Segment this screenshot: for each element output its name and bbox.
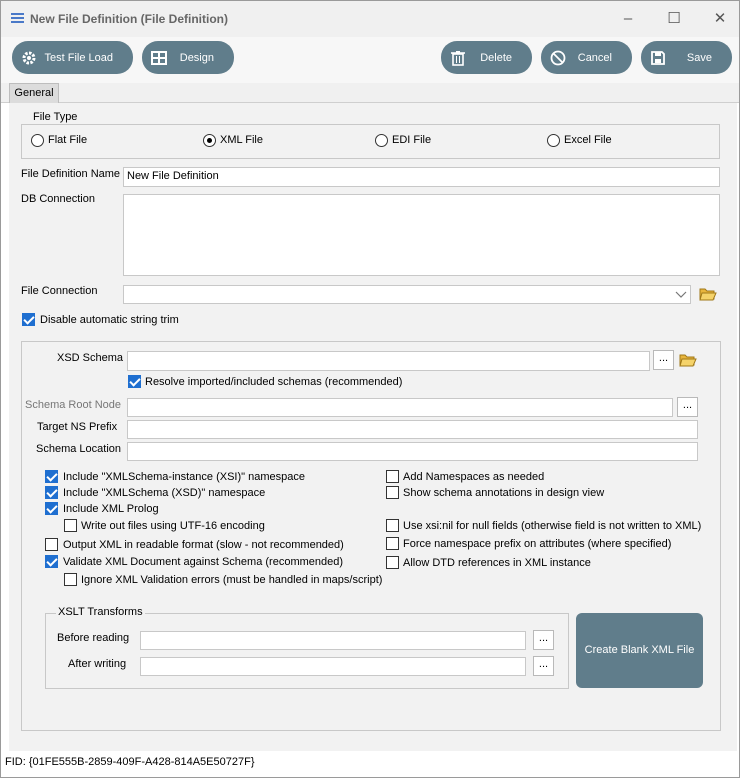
- target-ns-prefix-label: Target NS Prefix: [37, 421, 118, 433]
- tab-general[interactable]: General: [9, 83, 59, 103]
- delete-button[interactable]: Delete: [441, 41, 532, 74]
- schema-location-input[interactable]: [127, 442, 698, 461]
- schema-root-node-browse-button[interactable]: ...: [677, 397, 698, 417]
- window: New File Definition (File Definition) – …: [0, 0, 740, 778]
- before-reading-input[interactable]: [140, 631, 526, 650]
- table-icon: [151, 51, 167, 65]
- disable-trim-checkbox[interactable]: [22, 313, 35, 326]
- save-button[interactable]: Save: [641, 41, 732, 74]
- edi-file-radio[interactable]: [375, 134, 388, 147]
- include-xsd-label: Include "XMLSchema (XSD)" namespace: [63, 487, 266, 499]
- use-xsi-nil-label: Use xsi:nil for null fields (otherwise f…: [403, 520, 702, 532]
- design-button[interactable]: Design: [142, 41, 234, 74]
- flat-file-label: Flat File: [48, 134, 88, 146]
- after-writing-browse-button[interactable]: ...: [533, 656, 554, 676]
- maximize-icon[interactable]: ☐: [651, 1, 697, 37]
- xsd-schema-browse-button[interactable]: ...: [653, 350, 674, 370]
- include-prolog-checkbox[interactable]: [45, 502, 58, 515]
- disable-trim-label: Disable automatic string trim: [40, 314, 179, 326]
- allow-dtd-label: Allow DTD references in XML instance: [403, 557, 591, 569]
- general-panel: File Type Flat File XML File EDI File Ex…: [9, 103, 737, 751]
- use-xsi-nil-checkbox[interactable]: [386, 519, 399, 532]
- validate-label: Validate XML Document against Schema (re…: [63, 556, 344, 568]
- file-type-legend: File Type: [31, 111, 80, 123]
- title-bar: New File Definition (File Definition) – …: [1, 1, 739, 37]
- validate-checkbox[interactable]: [45, 555, 58, 568]
- db-connection-input[interactable]: [123, 194, 720, 276]
- toolbar: Test File Load Design Delete Cancel Save: [1, 37, 739, 83]
- readable-checkbox[interactable]: [45, 538, 58, 551]
- include-prolog-label: Include XML Prolog: [63, 503, 159, 515]
- file-connection-select[interactable]: [123, 285, 691, 304]
- after-writing-input[interactable]: [140, 657, 526, 676]
- gear-icon: [22, 51, 36, 65]
- readable-label: Output XML in readable format (slow - no…: [63, 539, 344, 551]
- target-ns-prefix-input[interactable]: [127, 420, 698, 439]
- tab-bar: General: [1, 83, 739, 103]
- excel-file-radio[interactable]: [547, 134, 560, 147]
- add-namespaces-label: Add Namespaces as needed: [403, 471, 545, 483]
- cancel-icon: [550, 50, 566, 66]
- app-menu-icon: [11, 13, 24, 24]
- flat-file-radio[interactable]: [31, 134, 44, 147]
- show-annotations-checkbox[interactable]: [386, 486, 399, 499]
- ignore-validation-checkbox[interactable]: [64, 573, 77, 586]
- after-writing-label: After writing: [68, 658, 127, 670]
- test-file-load-button[interactable]: Test File Load: [12, 41, 133, 74]
- fid-status: FID: {01FE555B-2859-409F-A428-814A5E5072…: [5, 756, 255, 768]
- xsd-schema-label: XSD Schema: [57, 352, 124, 364]
- file-type-group: [21, 124, 720, 159]
- ignore-validation-label: Ignore XML Validation errors (must be ha…: [81, 574, 383, 586]
- minimize-icon[interactable]: –: [605, 1, 651, 37]
- include-xsi-checkbox[interactable]: [45, 470, 58, 483]
- trash-icon: [451, 51, 465, 66]
- window-title: New File Definition (File Definition): [30, 12, 228, 26]
- utf16-label: Write out files using UTF-16 encoding: [81, 520, 265, 532]
- floppy-icon: [651, 51, 665, 65]
- show-annotations-label: Show schema annotations in design view: [403, 487, 605, 499]
- include-xsd-checkbox[interactable]: [45, 486, 58, 499]
- schema-location-label: Schema Location: [36, 443, 121, 455]
- folder-open-icon[interactable]: [699, 287, 717, 301]
- excel-file-label: Excel File: [564, 134, 612, 146]
- force-ns-prefix-checkbox[interactable]: [386, 537, 399, 550]
- file-definition-name-input[interactable]: New File Definition: [123, 167, 720, 187]
- resolve-imported-checkbox[interactable]: [128, 375, 141, 388]
- xml-file-radio[interactable]: [203, 134, 216, 147]
- edi-file-label: EDI File: [392, 134, 432, 146]
- schema-root-node-input[interactable]: [127, 398, 673, 417]
- db-connection-label: DB Connection: [21, 193, 95, 205]
- utf16-checkbox[interactable]: [64, 519, 77, 532]
- schema-root-node-label: Schema Root Node: [25, 399, 121, 411]
- chevron-down-icon[interactable]: [675, 289, 687, 299]
- xml-file-label: XML File: [220, 134, 263, 146]
- before-reading-label: Before reading: [57, 632, 130, 644]
- cancel-button[interactable]: Cancel: [541, 41, 632, 74]
- allow-dtd-checkbox[interactable]: [386, 556, 399, 569]
- file-definition-name-label: File Definition Name: [21, 168, 121, 180]
- xsd-schema-input[interactable]: [127, 351, 650, 371]
- xslt-transforms-legend: XSLT Transforms: [56, 606, 145, 618]
- include-xsi-label: Include "XMLSchema-instance (XSI)" names…: [63, 471, 305, 483]
- xslt-transforms-group: [45, 613, 569, 689]
- folder-open-icon[interactable]: [679, 353, 697, 367]
- create-blank-xml-button[interactable]: Create Blank XML File: [576, 613, 703, 688]
- file-connection-label: File Connection: [21, 285, 98, 297]
- force-ns-prefix-label: Force namespace prefix on attributes (wh…: [403, 538, 672, 550]
- resolve-imported-label: Resolve imported/included schemas (recom…: [145, 376, 403, 388]
- add-namespaces-checkbox[interactable]: [386, 470, 399, 483]
- close-icon[interactable]: ✕: [697, 1, 740, 37]
- before-reading-browse-button[interactable]: ...: [533, 630, 554, 650]
